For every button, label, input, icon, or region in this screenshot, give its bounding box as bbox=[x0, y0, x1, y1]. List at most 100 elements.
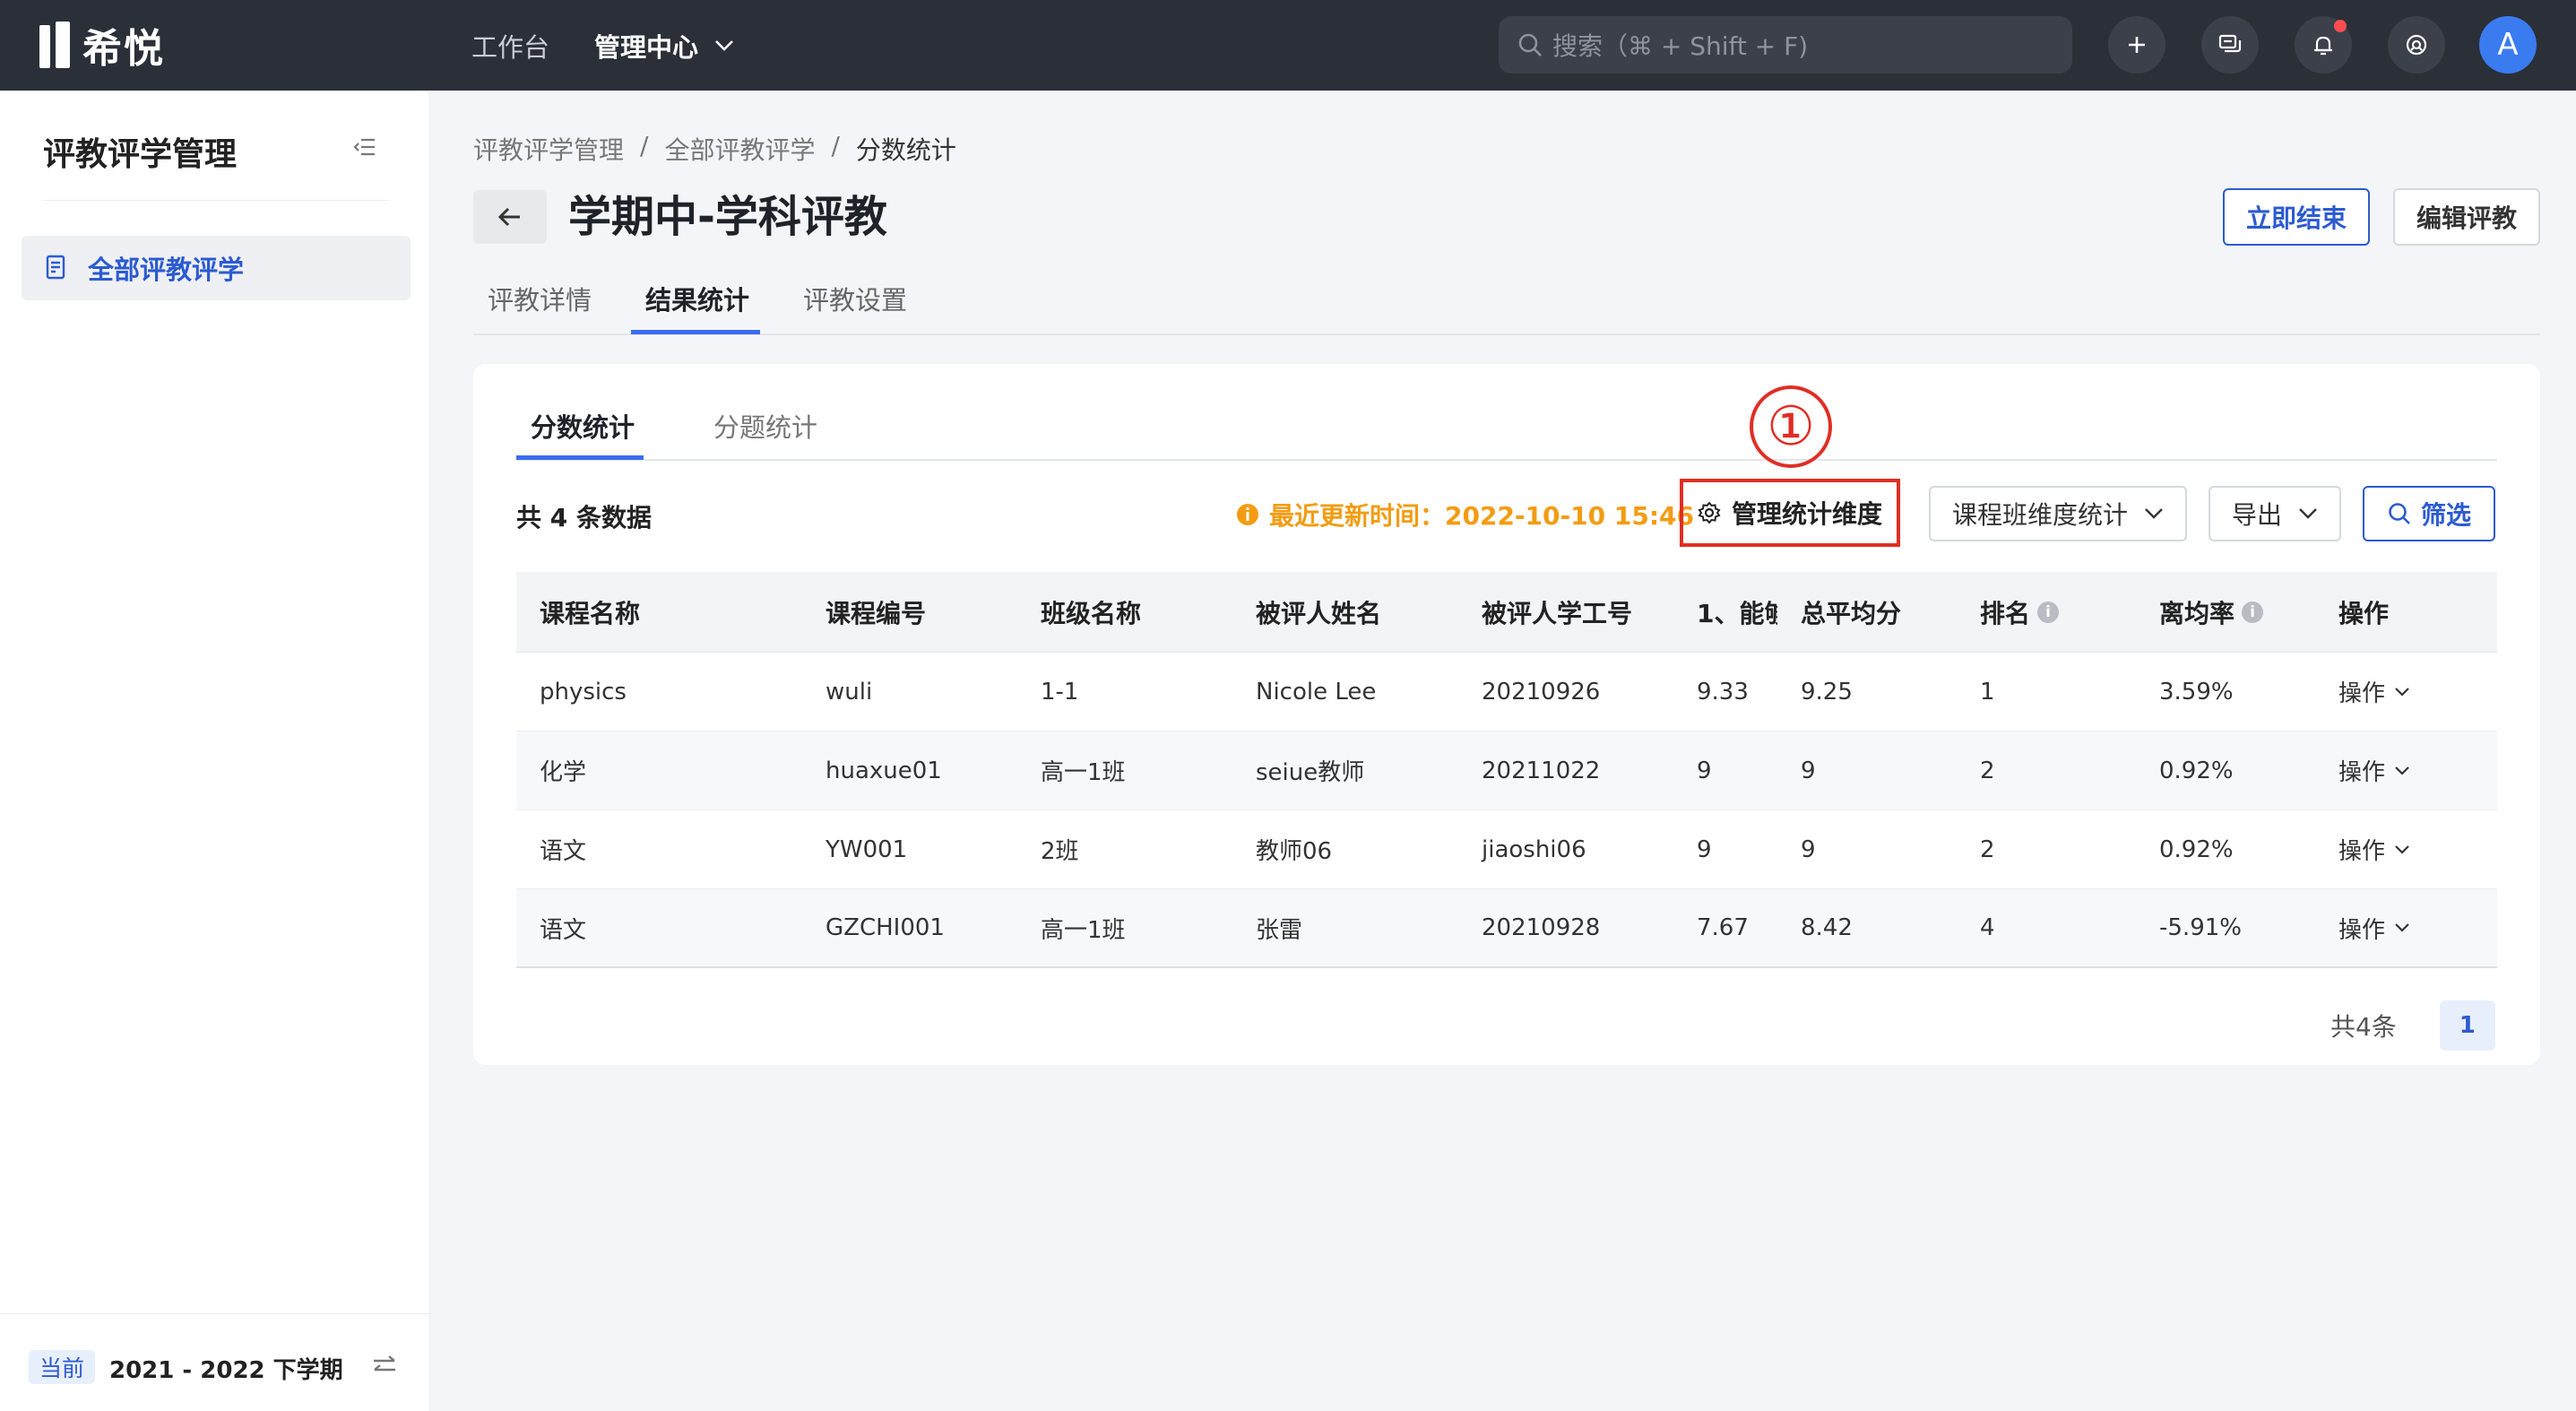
sidebar-title: 评教评学管理 bbox=[43, 136, 238, 173]
chevron-down-icon bbox=[2395, 687, 2409, 697]
plus-icon bbox=[2129, 37, 2145, 53]
cell: 0.92% bbox=[2159, 835, 2234, 863]
cell: jiaoshi06 bbox=[1482, 835, 1586, 863]
row-actions-dropdown[interactable]: 操作 bbox=[2315, 833, 2497, 866]
cell: huaxue01 bbox=[826, 757, 942, 784]
tab-result-statistics[interactable]: 结果统计 bbox=[645, 280, 749, 317]
collapse-sidebar-button[interactable] bbox=[353, 137, 376, 157]
column-header[interactable]: 被评人学工号 bbox=[1458, 594, 1673, 630]
lifebuoy-icon bbox=[2406, 34, 2427, 56]
column-header-rank[interactable]: 排名 i bbox=[1957, 594, 2136, 630]
info-icon[interactable]: i bbox=[2037, 601, 2060, 623]
breadcrumb-item[interactable]: 全部评教评学 bbox=[664, 131, 815, 167]
column-header[interactable]: 课程编号 bbox=[802, 594, 1017, 630]
main-tabs: 评教详情 结果统计 评教设置 bbox=[473, 264, 2540, 335]
cell: physics bbox=[540, 678, 627, 706]
cell: 20211022 bbox=[1482, 757, 1601, 784]
cell: 8.42 bbox=[1801, 914, 1853, 941]
column-header-label: 排名 bbox=[1980, 598, 2031, 628]
row-actions-dropdown[interactable]: 操作 bbox=[2315, 912, 2497, 945]
search-icon bbox=[1518, 33, 1542, 56]
nav-admin-center[interactable]: 管理中心 bbox=[594, 27, 734, 65]
bell-icon bbox=[2314, 36, 2332, 56]
cell: 2 bbox=[1980, 757, 1995, 784]
avatar[interactable]: A bbox=[2479, 16, 2537, 74]
logo-mark-icon bbox=[39, 22, 70, 68]
filter-button[interactable]: 筛选 bbox=[2363, 486, 2495, 541]
table-row: physics wuli 1-1 Nicole Lee 20210926 9.3… bbox=[516, 653, 2497, 731]
cell: 2 bbox=[1980, 835, 1995, 863]
manage-dimensions-button[interactable]: 管理统计维度 bbox=[1680, 479, 1900, 547]
messages-button[interactable] bbox=[2201, 16, 2259, 74]
row-actions-label: 操作 bbox=[2338, 838, 2386, 865]
nav-workbench[interactable]: 工作台 bbox=[471, 27, 549, 65]
dimension-select-value: 课程班维度统计 bbox=[1951, 500, 2128, 530]
add-button[interactable] bbox=[2108, 16, 2165, 74]
end-now-button[interactable]: 立即结束 bbox=[2223, 188, 2370, 246]
cell: wuli bbox=[826, 678, 873, 706]
row-actions-dropdown[interactable]: 操作 bbox=[2315, 675, 2497, 708]
cell: -5.91% bbox=[2159, 914, 2242, 941]
column-header[interactable]: 被评人姓名 bbox=[1232, 594, 1458, 630]
cell: 张雷 bbox=[1256, 916, 1303, 944]
active-subtab-indicator bbox=[516, 455, 644, 460]
cell: 7.67 bbox=[1697, 914, 1749, 941]
cell: GZCHI001 bbox=[826, 914, 945, 941]
breadcrumb-current: 分数统计 bbox=[855, 135, 956, 165]
dimension-select[interactable]: 课程班维度统计 bbox=[1929, 486, 2187, 541]
back-button[interactable] bbox=[473, 190, 547, 244]
sidebar-item-all-evaluations[interactable]: 全部评教评学 bbox=[22, 236, 411, 300]
row-actions-dropdown[interactable]: 操作 bbox=[2315, 754, 2497, 787]
cell: 1-1 bbox=[1041, 678, 1079, 706]
notifications-button[interactable] bbox=[2295, 16, 2352, 74]
page-button-current[interactable]: 1 bbox=[2439, 1000, 2495, 1051]
tab-evaluation-settings[interactable]: 评教设置 bbox=[803, 280, 907, 317]
gear-icon bbox=[1698, 501, 1721, 524]
export-dropdown[interactable]: 导出 bbox=[2209, 486, 2341, 541]
cell: 20210926 bbox=[1482, 678, 1601, 706]
cell: 3.59% bbox=[2159, 678, 2234, 706]
info-icon[interactable]: i bbox=[2242, 601, 2264, 623]
cell: 20210928 bbox=[1482, 914, 1601, 941]
edit-evaluation-button[interactable]: 编辑评教 bbox=[2393, 188, 2540, 246]
tab-evaluation-details[interactable]: 评教详情 bbox=[488, 280, 592, 317]
app-logo[interactable]: 希悦 bbox=[39, 20, 165, 72]
sidebar: 评教评学管理 全部评教评学 当前 2021 - 2022 下学期 bbox=[0, 91, 430, 1411]
cell: 高一1班 bbox=[1041, 759, 1126, 786]
column-header[interactable]: 班级名称 bbox=[1017, 594, 1232, 630]
row-actions-label: 操作 bbox=[2338, 916, 2386, 944]
help-button[interactable] bbox=[2388, 16, 2445, 74]
table-row: 化学 huaxue01 高一1班 seiue教师 20211022 9 9 2 … bbox=[516, 731, 2497, 810]
row-actions-label: 操作 bbox=[2338, 680, 2386, 707]
sidebar-item-label: 全部评教评学 bbox=[88, 255, 245, 285]
table-header: 课程名称 课程编号 班级名称 被评人姓名 被评人学工号 1、能够 总平均分 排名… bbox=[516, 572, 2497, 653]
cell: 语文 bbox=[540, 838, 587, 865]
table-row: 语文 YW001 2班 教师06 jiaoshi06 9 9 2 0.92% 操… bbox=[516, 810, 2497, 889]
breadcrumb-item[interactable]: 评教评学管理 bbox=[473, 131, 624, 167]
cell: Nicole Lee bbox=[1256, 678, 1377, 706]
cell: 4 bbox=[1980, 914, 1995, 941]
switch-semester-button[interactable] bbox=[371, 1354, 398, 1377]
cell: 教师06 bbox=[1256, 838, 1333, 865]
last-updated: 最近更新时间：2022-10-10 15:46 bbox=[1235, 497, 1694, 532]
results-table: 课程名称 课程编号 班级名称 被评人姓名 被评人学工号 1、能够 总平均分 排名… bbox=[516, 572, 2497, 968]
record-count: 共 4 条数据 bbox=[516, 503, 652, 532]
column-header-deviation[interactable]: 离均率 i bbox=[2136, 594, 2315, 630]
column-header[interactable]: 1、能够 bbox=[1673, 594, 1777, 630]
top-bar: 希悦 工作台 管理中心 搜索（⌘ + Shift + F) A bbox=[0, 0, 2576, 91]
column-header[interactable]: 课程名称 bbox=[516, 594, 802, 630]
chevron-down-icon bbox=[715, 39, 733, 51]
column-header[interactable]: 总平均分 bbox=[1777, 594, 1957, 630]
semester-switcher: 当前 2021 - 2022 下学期 bbox=[0, 1313, 430, 1411]
cell: 9 bbox=[1697, 757, 1712, 784]
chevron-down-icon bbox=[2395, 844, 2409, 854]
subtab-score-statistics[interactable]: 分数统计 bbox=[531, 407, 635, 445]
pagination-total: 共4条 bbox=[2330, 1012, 2397, 1042]
cell: YW001 bbox=[826, 835, 908, 863]
cell: 9 bbox=[1697, 835, 1712, 863]
chat-icon bbox=[2218, 34, 2242, 53]
subtab-question-statistics[interactable]: 分题统计 bbox=[713, 407, 817, 445]
search-input[interactable]: 搜索（⌘ + Shift + F) bbox=[1499, 16, 2072, 74]
row-actions-label: 操作 bbox=[2338, 759, 2386, 786]
chevron-down-icon bbox=[2145, 508, 2163, 519]
